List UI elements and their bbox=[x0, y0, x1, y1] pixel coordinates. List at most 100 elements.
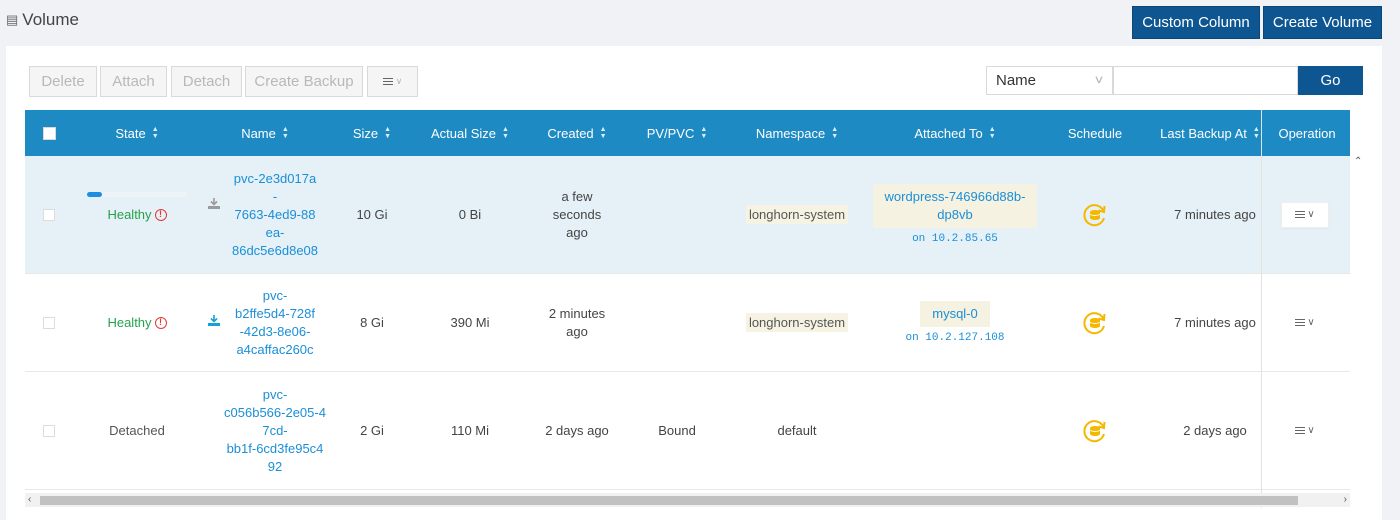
state-cell: Detached bbox=[87, 372, 187, 489]
operation-dropdown[interactable]: ∨ bbox=[1281, 309, 1329, 336]
volume-name-link[interactable]: pvc- b2ffe5d4-728f -42d3-8e06- a4caffac2… bbox=[225, 287, 325, 359]
scroll-left-icon[interactable]: ‹ bbox=[28, 493, 31, 507]
namespace-tag: longhorn-system bbox=[745, 205, 849, 224]
column-header-namespace[interactable]: Namespace ▲ ▼ bbox=[737, 110, 857, 156]
sort-icon: ▲ ▼ bbox=[988, 126, 996, 140]
operation-dropdown[interactable]: ∨ bbox=[1281, 201, 1329, 228]
create-volume-button[interactable]: Create Volume bbox=[1263, 6, 1382, 39]
sort-icon: ▲ ▼ bbox=[502, 126, 509, 140]
search-go-button[interactable]: Go bbox=[1298, 66, 1363, 95]
fixed-column-divider bbox=[1261, 110, 1262, 508]
sort-icon: ▲ ▼ bbox=[700, 126, 708, 140]
list-icon bbox=[382, 78, 393, 85]
attached-workload-link[interactable]: mysql-0 bbox=[920, 301, 990, 327]
column-header-pv-pvc[interactable]: PV/PVC ▲ ▼ bbox=[627, 110, 727, 156]
column-header-actual-size[interactable]: Actual Size ▲ ▼ bbox=[417, 110, 523, 156]
attached-line: mysql-0 bbox=[932, 306, 978, 321]
search-field-select[interactable]: Name ∨ bbox=[986, 66, 1113, 95]
detach-button[interactable]: Detach bbox=[171, 66, 242, 97]
operation-cell: ∨ bbox=[1275, 156, 1335, 273]
operation-cell: ∨ bbox=[1275, 274, 1335, 371]
column-label: State bbox=[115, 125, 146, 141]
state-text: Healthy bbox=[107, 315, 152, 330]
created-line: ago bbox=[566, 323, 588, 339]
warning-icon[interactable]: ! bbox=[154, 208, 167, 221]
pv-pvc-cell bbox=[627, 156, 727, 273]
state-cell: Healthy ! bbox=[87, 156, 187, 273]
page-title: ▤ Volume bbox=[6, 10, 79, 30]
name-line: c056b566-2e05-4 bbox=[224, 404, 326, 420]
column-header-attached-to[interactable]: Attached To ▲ ▼ bbox=[885, 110, 1025, 156]
created-line: a few bbox=[561, 188, 593, 204]
created-line: seconds bbox=[552, 206, 602, 222]
name-line: -42d3-8e06- bbox=[239, 323, 311, 339]
search-field-selected: Name bbox=[996, 72, 1037, 89]
state-cell: Healthy ! bbox=[87, 274, 187, 371]
namespace-cell: longhorn-system bbox=[737, 274, 857, 371]
column-header-state[interactable]: State ▲ ▼ bbox=[87, 110, 187, 156]
column-header-name[interactable]: Name ▲ ▼ bbox=[215, 110, 315, 156]
namespace-cell: longhorn-system bbox=[737, 156, 857, 273]
attached-line: dp8vb bbox=[937, 207, 973, 222]
recurring-backup-icon[interactable] bbox=[1082, 202, 1108, 228]
state-text: Healthy bbox=[107, 207, 152, 222]
list-icon bbox=[1295, 427, 1306, 434]
actual-size-cell: 110 Mi bbox=[450, 423, 490, 438]
created-cell: 2 days ago bbox=[527, 372, 627, 489]
horizontal-scroll-thumb[interactable] bbox=[40, 496, 1298, 505]
attached-workload-link[interactable]: wordpress-746966d88b- dp8vb bbox=[872, 184, 1038, 228]
name-line: bb1f-6cd3fe95c4 bbox=[226, 440, 324, 456]
size-cell: 8 Gi bbox=[360, 315, 384, 330]
recurring-backup-icon[interactable] bbox=[1082, 418, 1108, 444]
recurring-backup-icon[interactable] bbox=[1082, 310, 1108, 336]
warning-icon[interactable]: ! bbox=[154, 316, 167, 329]
attach-button[interactable]: Attach bbox=[100, 66, 167, 97]
bulk-actions-dropdown[interactable]: ∨ bbox=[367, 66, 418, 97]
sort-icon: ▲ ▼ bbox=[1252, 126, 1260, 140]
scroll-up-icon[interactable]: ⌃ bbox=[1354, 156, 1362, 167]
column-label: Created bbox=[547, 125, 594, 141]
name-line: 86dc5e6d8e08 bbox=[231, 242, 319, 258]
horizontal-scrollbar[interactable]: ‹ › bbox=[25, 493, 1350, 507]
row-checkbox[interactable] bbox=[43, 425, 55, 437]
pv-pvc-cell: Bound bbox=[658, 423, 696, 438]
column-header-last-backup[interactable]: Last Backup At ▲ ▼ bbox=[1155, 110, 1265, 156]
custom-column-button[interactable]: Custom Column bbox=[1132, 6, 1260, 39]
volume-name-link[interactable]: pvc- c056b566-2e05-4 7cd- bb1f-6cd3fe95c… bbox=[220, 386, 330, 476]
sort-icon: ▲ ▼ bbox=[151, 126, 159, 140]
name-cell: pvc- b2ffe5d4-728f -42d3-8e06- a4caffac2… bbox=[208, 274, 335, 371]
create-backup-button[interactable]: Create Backup bbox=[245, 66, 363, 97]
name-line: pvc- bbox=[262, 287, 288, 303]
volume-name-link[interactable]: pvc-2e3d017a - 7663-4ed9-88 ea- 86dc5e6d… bbox=[225, 170, 325, 260]
volume-panel: Delete Attach Detach Create Backup ∨ Nam… bbox=[6, 46, 1382, 520]
sort-icon: ▲ ▼ bbox=[384, 126, 392, 140]
pv-pvc-cell bbox=[627, 274, 727, 371]
column-label: Last Backup At bbox=[1160, 125, 1247, 141]
attached-node-ip: on 10.2.85.65 bbox=[912, 233, 998, 245]
search-input[interactable] bbox=[1113, 66, 1298, 95]
name-line: a4caffac260c bbox=[236, 341, 314, 357]
last-backup-cell: 7 minutes ago bbox=[1174, 315, 1256, 330]
vertical-scrollbar[interactable]: ⌃ ⌄ bbox=[1352, 156, 1366, 520]
name-cell: pvc-2e3d017a - 7663-4ed9-88 ea- 86dc5e6d… bbox=[208, 156, 335, 273]
size-cell: 10 Gi bbox=[356, 207, 388, 222]
operation-dropdown[interactable]: ∨ bbox=[1281, 417, 1329, 444]
chevron-down-icon: ∨ bbox=[1307, 425, 1315, 436]
column-header-created[interactable]: Created ▲ ▼ bbox=[527, 110, 627, 156]
row-checkbox[interactable] bbox=[43, 209, 55, 221]
attached-to-cell bbox=[865, 372, 1045, 489]
chevron-down-icon: ∨ bbox=[395, 76, 403, 86]
page-header: ▤ Volume Custom Column Create Volume bbox=[0, 0, 1400, 46]
last-backup-cell: 7 minutes ago bbox=[1174, 207, 1256, 222]
created-line: ago bbox=[566, 224, 588, 240]
column-header-size[interactable]: Size ▲ ▼ bbox=[332, 110, 412, 156]
list-icon bbox=[1295, 319, 1306, 326]
name-line: pvc-2e3d017a bbox=[233, 170, 317, 186]
select-all-checkbox[interactable] bbox=[43, 127, 56, 140]
namespace-text: default bbox=[777, 423, 817, 438]
scroll-right-icon[interactable]: › bbox=[1344, 493, 1347, 507]
delete-button[interactable]: Delete bbox=[29, 66, 97, 97]
name-line: 92 bbox=[267, 458, 283, 474]
row-checkbox[interactable] bbox=[43, 317, 55, 329]
table-row: Healthy ! pvc- b2ffe5d4-728f -42d3-8e06-… bbox=[25, 274, 1350, 372]
